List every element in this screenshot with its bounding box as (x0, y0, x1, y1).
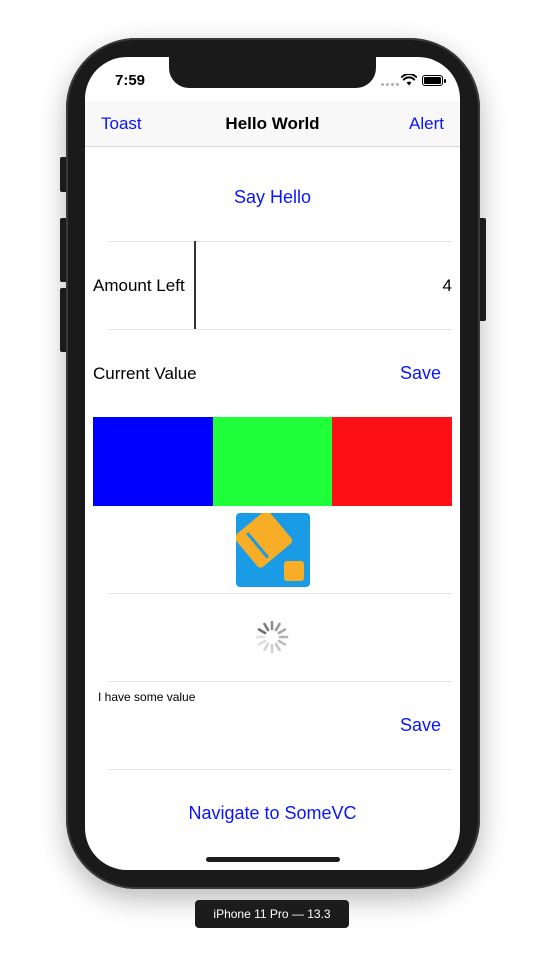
toast-button[interactable]: Toast (101, 114, 142, 134)
device-label: iPhone 11 Pro — 13.3 (195, 900, 349, 928)
signal-dots-icon (381, 83, 399, 86)
value-label: I have some value (98, 690, 196, 704)
separator (109, 593, 452, 594)
app-logo-icon (236, 513, 310, 587)
separator (109, 769, 452, 770)
separator (109, 329, 452, 330)
amount-left-label: Amount Left (93, 276, 185, 295)
say-hello-button[interactable]: Say Hello (85, 187, 460, 208)
navigation-bar: Hello World Toast Alert (85, 101, 460, 147)
alert-button[interactable]: Alert (409, 114, 444, 134)
red-block (332, 417, 453, 506)
separator (109, 681, 452, 682)
phone-screen: 7:59 Hello World Toast Alert Say Hello A… (85, 57, 460, 870)
green-block (212, 417, 333, 506)
separator (109, 241, 452, 242)
vertical-divider (194, 241, 196, 330)
save-button[interactable]: Save (400, 363, 441, 384)
current-value-label: Current Value (93, 364, 197, 383)
notch (169, 57, 376, 88)
blue-block (93, 417, 213, 506)
color-strip (93, 417, 453, 506)
home-indicator[interactable] (206, 857, 340, 862)
status-time: 7:59 (115, 72, 146, 89)
navigate-button[interactable]: Navigate to SomeVC (85, 803, 460, 824)
loading-spinner-icon (255, 620, 289, 654)
save-button-2[interactable]: Save (400, 715, 441, 736)
battery-icon (422, 75, 446, 86)
amount-left-value: 4 (442, 276, 452, 295)
wifi-icon (401, 74, 417, 86)
